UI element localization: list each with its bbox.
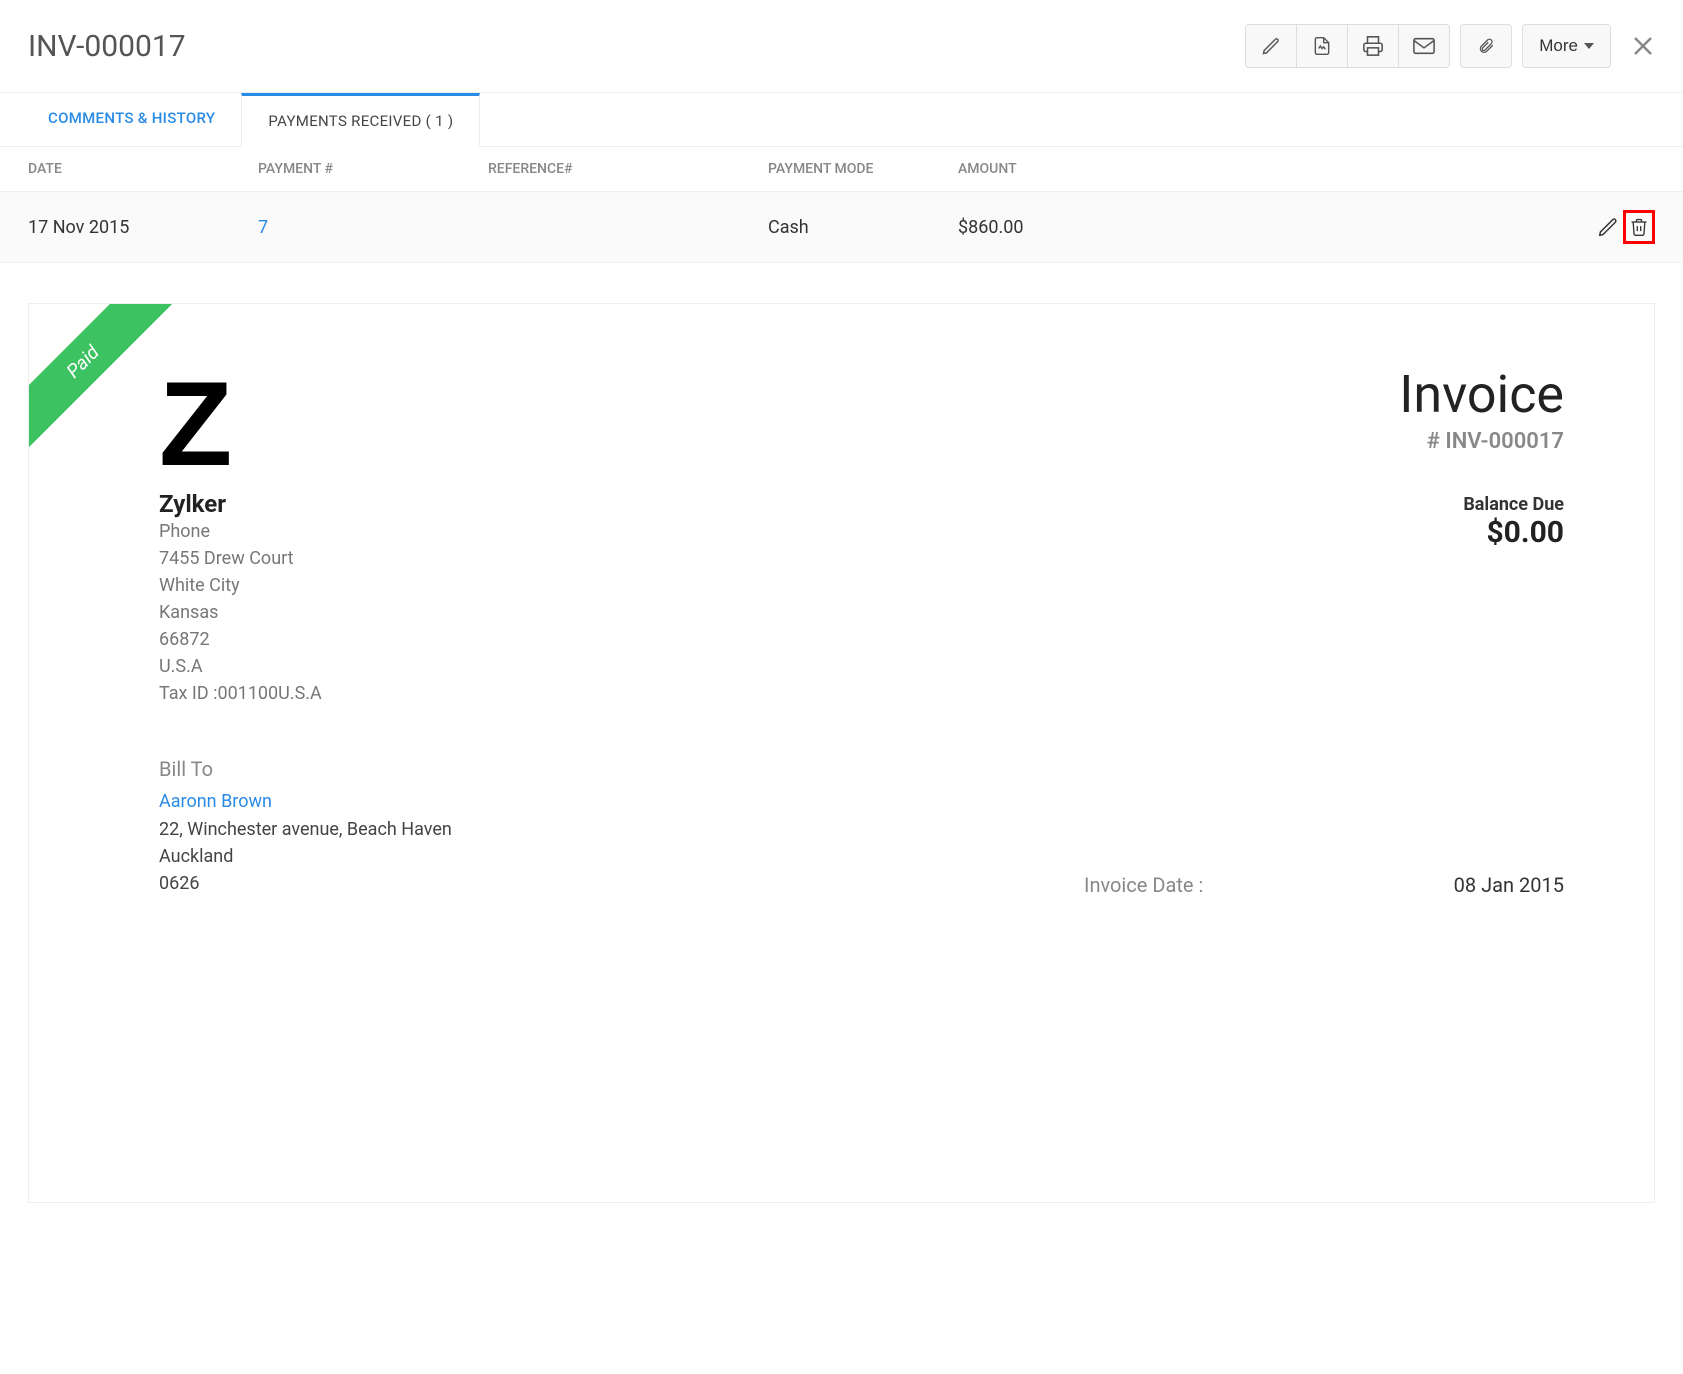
company-state: Kansas [159,599,322,626]
invoice-dates: Invoice Date : 08 Jan 2015 [1084,863,1564,897]
table-header: DATE PAYMENT # REFERENCE# PAYMENT MODE A… [0,147,1683,192]
delete-payment-button[interactable] [1629,216,1649,238]
attachment-button[interactable] [1460,24,1512,68]
print-icon [1362,35,1384,57]
cell-mode: Cash [768,217,958,238]
trash-icon [1629,216,1649,238]
row-actions [1198,210,1655,244]
edit-payment-button[interactable] [1597,216,1619,238]
tab-comments-history[interactable]: COMMENTS & HISTORY [22,93,241,146]
col-header-payment-no: PAYMENT # [258,161,488,177]
paid-ribbon: Paid [29,304,189,464]
cell-payment-no[interactable]: 7 [258,217,488,238]
col-header-amount: AMOUNT [958,161,1198,177]
bill-to-zip: 0626 [159,870,452,897]
company-tax: Tax ID :001100U.S.A [159,680,322,707]
attachment-icon [1477,35,1495,57]
cell-amount: $860.00 [958,217,1198,238]
more-button[interactable]: More [1522,24,1611,68]
company-country: U.S.A [159,653,322,680]
bill-to-addr1: 22, Winchester avenue, Beach Haven [159,816,452,843]
tab-payments-received[interactable]: PAYMENTS RECEIVED ( 1 ) [241,93,480,147]
pencil-icon [1597,216,1619,238]
email-button[interactable] [1398,24,1450,68]
mail-icon [1413,37,1435,55]
invoice-meta: Invoice # INV-000017 Balance Due $0.00 [1399,364,1564,550]
toolbar-group-main [1245,24,1450,68]
more-label: More [1539,36,1578,56]
toolbar: More [1245,24,1655,68]
balance-due-value: $0.00 [1399,515,1564,550]
invoice-number: # INV-000017 [1399,429,1564,454]
delete-highlight [1623,210,1655,244]
col-header-date: DATE [28,161,258,177]
page-title: INV-000017 [28,29,186,64]
caret-down-icon [1584,43,1594,49]
bill-to-name[interactable]: Aaronn Brown [159,791,452,812]
payments-table: DATE PAYMENT # REFERENCE# PAYMENT MODE A… [0,147,1683,263]
close-button[interactable] [1631,34,1655,58]
edit-button[interactable] [1245,24,1297,68]
pdf-button[interactable] [1296,24,1348,68]
col-header-reference: REFERENCE# [488,161,768,177]
invoice-heading: Invoice [1399,364,1564,425]
col-header-mode: PAYMENT MODE [768,161,958,177]
pdf-icon [1312,35,1332,57]
invoice-date-value: 08 Jan 2015 [1454,873,1564,897]
company-phone: Phone [159,518,322,545]
bill-to-label: Bill To [159,757,452,781]
company-name: Zylker [159,490,322,518]
paid-ribbon-label: Paid [29,304,176,455]
table-row: 17 Nov 2015 7 Cash $860.00 [0,192,1683,262]
page-header: INV-000017 [0,0,1683,93]
bill-to-block: Bill To Aaronn Brown 22, Winchester aven… [159,757,452,897]
company-city: White City [159,572,322,599]
close-icon [1631,34,1655,58]
tabs: COMMENTS & HISTORY PAYMENTS RECEIVED ( 1… [0,93,1683,147]
print-button[interactable] [1347,24,1399,68]
paper-head: Z Zylker Phone 7455 Drew Court White Cit… [159,364,1564,707]
company-zip: 66872 [159,626,322,653]
cell-date: 17 Nov 2015 [28,217,258,238]
company-addr1: 7455 Drew Court [159,545,322,572]
invoice-paper: Paid Z Zylker Phone 7455 Drew Court Whit… [28,303,1655,1203]
pencil-icon [1261,36,1281,56]
bill-to-city: Auckland [159,843,452,870]
invoice-date-label: Invoice Date : [1084,873,1203,897]
preview-canvas: Paid Z Zylker Phone 7455 Drew Court Whit… [0,263,1683,1243]
balance-due-label: Balance Due [1399,494,1564,515]
